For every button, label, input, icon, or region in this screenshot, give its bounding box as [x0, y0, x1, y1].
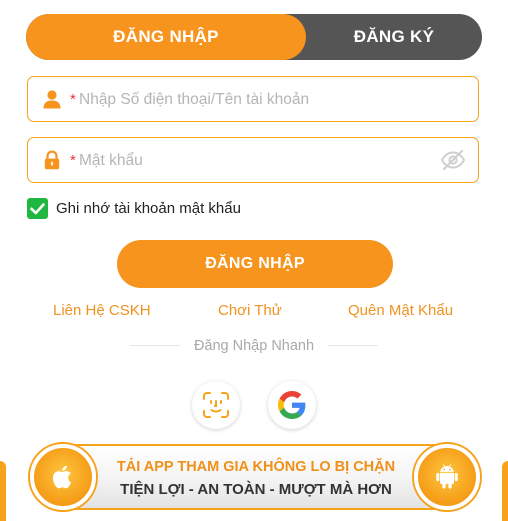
- tab-login[interactable]: ĐĂNG NHẬP: [26, 14, 306, 60]
- remember-checkbox[interactable]: [27, 198, 48, 219]
- support-link[interactable]: Liên Hệ CSKH: [53, 302, 151, 319]
- password-input[interactable]: [77, 138, 451, 183]
- try-play-link[interactable]: Chơi Thử: [218, 302, 282, 319]
- right-edge-decoration: [502, 461, 508, 521]
- username-input[interactable]: [77, 77, 451, 122]
- forgot-password-link[interactable]: Quên Mật Khẩu: [348, 302, 453, 319]
- left-edge-decoration: [0, 461, 6, 521]
- google-login-button[interactable]: [268, 381, 316, 429]
- download-app-banner[interactable]: TẢI APP THAM GIA KHÔNG LO BỊ CHẶN TIỆN L…: [30, 444, 480, 510]
- username-field[interactable]: *: [27, 76, 479, 122]
- android-download-button[interactable]: [414, 444, 480, 510]
- banner-subline: TIỆN LỢI - AN TOÀN - MƯỢT MÀ HƠN: [120, 481, 392, 498]
- lock-icon: [44, 150, 60, 170]
- android-icon: [436, 464, 458, 489]
- divider-right: [328, 345, 378, 346]
- google-icon: [278, 391, 306, 419]
- user-icon: [43, 90, 61, 109]
- remember-label[interactable]: Ghi nhớ tài khoản mật khẩu: [56, 200, 241, 217]
- banner-headline: TẢI APP THAM GIA KHÔNG LO BỊ CHẶN: [116, 459, 396, 475]
- quick-login-label: Đăng Nhập Nhanh: [193, 338, 315, 354]
- required-mark: *: [70, 152, 76, 169]
- face-id-icon: [203, 392, 229, 418]
- required-mark: *: [70, 91, 76, 108]
- checkmark-icon: [30, 203, 45, 215]
- tab-register[interactable]: ĐĂNG KÝ: [306, 14, 482, 60]
- eye-off-icon[interactable]: [440, 149, 466, 171]
- password-field[interactable]: *: [27, 137, 479, 183]
- login-button[interactable]: ĐĂNG NHẬP: [117, 240, 393, 288]
- auth-tabs: ĐĂNG NHẬP ĐĂNG KÝ: [26, 14, 482, 60]
- face-id-login-button[interactable]: [192, 381, 240, 429]
- ios-download-button[interactable]: [30, 444, 96, 510]
